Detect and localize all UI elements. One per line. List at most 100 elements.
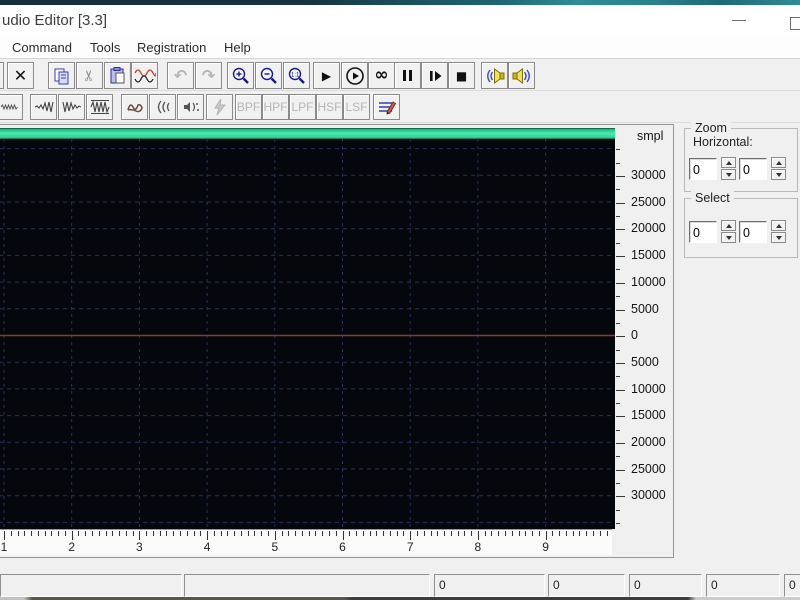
waveform-canvas[interactable] <box>0 139 615 529</box>
delete-button[interactable]: ✕ <box>7 62 34 89</box>
x-tick <box>450 531 452 536</box>
x-tick <box>44 531 46 536</box>
x-tick <box>606 531 608 536</box>
select-group-title: Select <box>691 191 734 205</box>
echo-button[interactable] <box>149 94 176 120</box>
spin-up-icon[interactable] <box>771 220 786 231</box>
pause-button[interactable] <box>394 62 421 89</box>
position-overview-bar[interactable] <box>0 128 615 139</box>
waveform-edit-button[interactable] <box>131 62 158 89</box>
zoom-value-2[interactable]: 0 <box>739 158 767 180</box>
y-axis-label: 25000 <box>631 194 666 209</box>
speaker-right-button[interactable] <box>508 62 535 89</box>
zoom-value-1[interactable]: 0 <box>689 158 717 180</box>
maximize-button[interactable] <box>790 17 800 30</box>
x-tick <box>362 531 364 536</box>
normalize-wave-icon <box>89 100 110 114</box>
x-tick <box>552 531 554 536</box>
filter-lpf-button[interactable]: LPF <box>289 94 316 120</box>
x-tick <box>410 531 412 540</box>
noise-button[interactable] <box>121 94 148 120</box>
x-tick <box>10 531 12 536</box>
lightning-button[interactable] <box>206 94 233 120</box>
y-tick <box>616 483 620 485</box>
play-step-button[interactable] <box>421 62 448 89</box>
fade-out-button[interactable] <box>58 94 85 120</box>
cut-button[interactable]: ✂ <box>76 62 103 89</box>
y-tick <box>616 242 620 244</box>
zoom-in-button[interactable] <box>227 62 254 89</box>
select-spinner-2[interactable] <box>771 220 786 244</box>
spin-down-icon[interactable] <box>771 232 786 243</box>
play-infinite-button[interactable]: ∞ <box>368 62 395 89</box>
redo-button[interactable]: ↷ <box>195 62 222 89</box>
effects-button[interactable] <box>177 94 204 120</box>
status-cell-1 <box>0 574 182 597</box>
toolbar: ✕ ✂ ↶ ↷ 1:1 ▶ ∞ ■ BPF HPF LPF HSF LSF <box>0 59 800 124</box>
y-tick <box>616 416 625 418</box>
stop-button[interactable]: ■ <box>448 62 475 89</box>
silence-wave-icon <box>0 103 18 111</box>
undo-button[interactable]: ↶ <box>167 62 194 89</box>
x-tick <box>308 531 310 536</box>
y-axis-label: 30000 <box>631 488 666 503</box>
speaker-left-icon <box>486 67 504 84</box>
fade-in-button[interactable] <box>30 94 57 120</box>
filter-hpf-button[interactable]: HPF <box>262 94 289 120</box>
play-button[interactable]: ▶ <box>313 62 340 89</box>
filter-bpf-button[interactable]: BPF <box>235 94 262 120</box>
silence-button[interactable] <box>0 94 23 120</box>
menu-tools[interactable]: Tools <box>86 38 124 57</box>
x-tick <box>423 531 425 536</box>
x-tick <box>592 531 594 536</box>
filter-hsf-button[interactable]: HSF <box>316 94 343 120</box>
filter-lsf-button[interactable]: LSF <box>343 94 370 120</box>
app-window: udio Editor [3.3] — Command Tools Regist… <box>0 0 800 600</box>
y-axis-label: 20000 <box>631 435 666 449</box>
y-tick <box>616 402 620 404</box>
infinity-icon: ∞ <box>374 65 389 85</box>
x-tick <box>322 531 324 536</box>
x-axis-label: 5 <box>271 540 279 554</box>
noise-icon <box>126 104 143 113</box>
time-ruler[interactable]: 1 2 3 4 5 6 7 8 9 <box>0 529 612 555</box>
spin-up-icon[interactable] <box>721 220 736 231</box>
select-value-2[interactable]: 0 <box>739 221 767 243</box>
menu-command[interactable]: Command <box>8 38 76 57</box>
spin-up-icon[interactable] <box>771 157 786 168</box>
x-tick <box>51 531 53 536</box>
menu-help[interactable]: Help <box>220 38 255 57</box>
x-tick <box>186 531 188 536</box>
x-tick <box>247 531 249 536</box>
play-loop-button[interactable] <box>341 62 368 89</box>
zoom-out-button[interactable] <box>255 62 282 89</box>
x-tick <box>166 531 168 536</box>
y-tick <box>616 456 620 458</box>
x-axis-label: 8 <box>474 540 482 554</box>
copy-button[interactable] <box>48 62 75 89</box>
speaker-left-button[interactable] <box>481 62 508 89</box>
edge-clipped-button[interactable] <box>0 62 4 89</box>
zoom-special-button[interactable]: 1:1 <box>283 62 310 89</box>
x-tick <box>274 531 276 540</box>
status-cell-2 <box>184 574 430 597</box>
normalize-button[interactable] <box>86 94 113 120</box>
spin-up-icon[interactable] <box>721 157 736 168</box>
spin-down-icon[interactable] <box>721 169 736 180</box>
menu-registration[interactable]: Registration <box>133 38 210 57</box>
spin-down-icon[interactable] <box>721 232 736 243</box>
paste-button[interactable] <box>104 62 131 89</box>
draw-eq-button[interactable] <box>373 94 400 120</box>
zoom-spinner-2[interactable] <box>771 157 786 181</box>
x-tick <box>349 531 351 536</box>
zoom-spinner-1[interactable] <box>721 157 736 181</box>
minimize-button[interactable]: — <box>726 8 752 32</box>
x-tick <box>227 531 229 536</box>
x-tick <box>430 531 432 536</box>
select-spinner-1[interactable] <box>721 220 736 244</box>
spin-down-icon[interactable] <box>771 169 786 180</box>
x-tick <box>437 531 439 536</box>
y-axis-label: 10000 <box>631 274 666 289</box>
x-tick <box>484 531 486 536</box>
select-value-1[interactable]: 0 <box>689 221 717 243</box>
